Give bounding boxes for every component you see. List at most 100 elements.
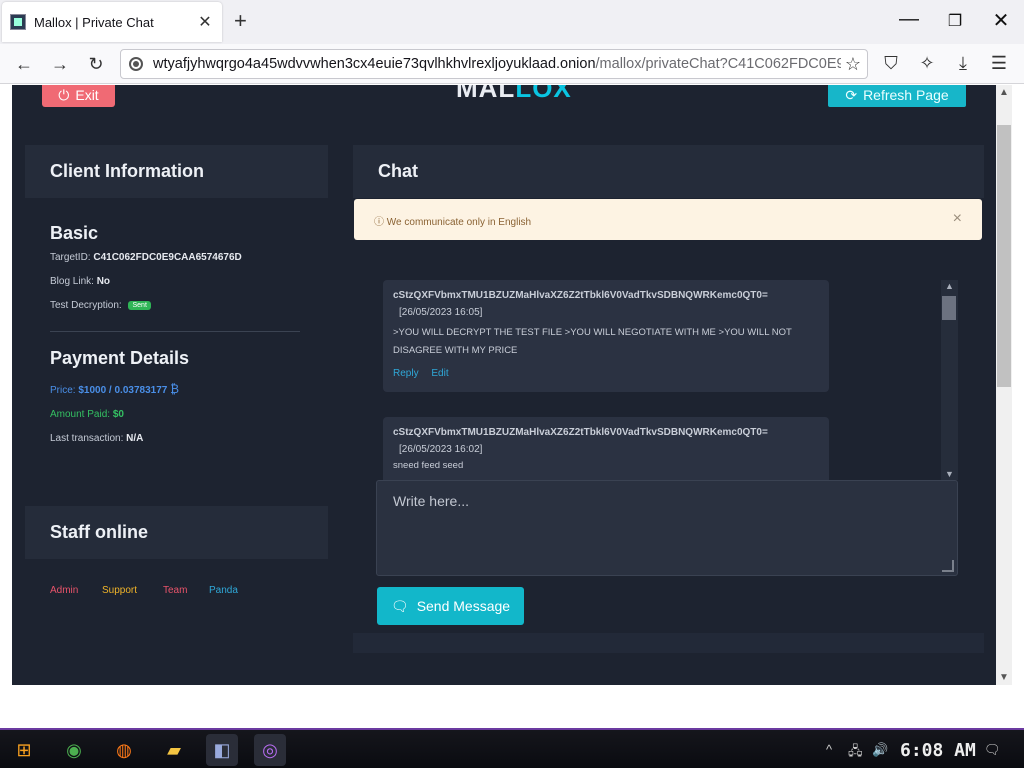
address-bar[interactable]: wtyafjyhwqrgo4a45wdvvwhen3cx4euie73qvlhk… (120, 49, 868, 79)
network-icon[interactable]: 🖧 (848, 742, 863, 764)
last-transaction-row: Last transaction: N/A (50, 433, 143, 444)
browser-tab-active[interactable]: Mallox | Private Chat ✕ (2, 2, 222, 42)
tor-browser-icon[interactable]: ◎ (254, 734, 286, 766)
basic-heading: Basic (50, 223, 99, 243)
amount-paid-row: Amount Paid: $0 (50, 409, 124, 420)
target-id-value: C41C062FDC0E9CAA6574676D (93, 252, 242, 263)
send-label: Send Message (416, 598, 511, 614)
scroll-down-icon[interactable]: ▼ (941, 469, 958, 479)
shield-icon[interactable]: ⛉ (880, 53, 902, 74)
blog-link-label: Blog Link: (50, 276, 94, 287)
scroll-up-icon[interactable]: ▲ (996, 87, 1012, 98)
firefox-icon[interactable]: ◍ (108, 734, 140, 766)
url-host: wtyafjyhwqrgo4a45wdvvwhen3cx4euie73qvlhk… (153, 56, 596, 72)
staff-online-header: Staff online (25, 506, 328, 559)
window-minimize-button[interactable]: — (894, 8, 924, 31)
site-favicon-icon (10, 14, 26, 30)
exit-button[interactable]: ⏻ Exit (42, 85, 115, 107)
scroll-thumb[interactable] (942, 296, 956, 320)
back-arrow-icon[interactable]: ← (12, 52, 36, 76)
chat-title: Chat (378, 161, 418, 181)
tray-chevron-icon[interactable]: ^ (826, 742, 832, 757)
onion-site-icon (129, 57, 143, 71)
page-scrollbar[interactable]: ▲ ▼ (996, 85, 1012, 685)
reload-icon[interactable]: ↻ (84, 52, 108, 76)
blog-link-value: No (96, 276, 111, 287)
tab-title: Mallox | Private Chat (34, 14, 154, 30)
chat-panel-footer (353, 633, 984, 653)
downloads-icon[interactable]: ⤓ (952, 53, 974, 74)
message-scrollbar[interactable]: ▲ ▼ (941, 280, 958, 480)
menu-hamburger-icon[interactable]: ☰ (988, 53, 1010, 74)
folder-icon[interactable]: ▰ (158, 734, 190, 766)
refresh-page-button[interactable]: ⟳ Refresh Page (828, 85, 966, 107)
staff-member: Support (102, 585, 137, 596)
send-message-button[interactable]: 🗨 Send Message (377, 587, 524, 625)
language-notice: ⓘ We communicate only in English × (354, 199, 982, 240)
tab-close-icon[interactable]: ✕ (196, 12, 214, 32)
message-body: sneed feed seed (393, 460, 464, 471)
close-icon[interactable]: × (953, 210, 962, 228)
clock[interactable]: 6:08 AM (900, 740, 976, 761)
refresh-icon: ⟳ (845, 86, 858, 103)
staff-member: Team (163, 585, 187, 596)
message-timestamp: [26/05/2023 16:05] (399, 307, 483, 318)
test-decryption-label: Test Decryption: (50, 300, 122, 311)
message-timestamp: [26/05/2023 16:02] (399, 444, 483, 455)
message-icon: 🗨 (390, 597, 409, 614)
browser-navbar: ← → ↻ wtyafjyhwqrgo4a45wdvvwhen3cx4euie7… (0, 44, 1024, 84)
logo-main: MAL (456, 85, 516, 103)
bookmark-star-icon[interactable]: ☆ (840, 54, 861, 75)
scroll-thumb[interactable] (997, 125, 1011, 387)
app-icon[interactable]: ◧ (206, 734, 238, 766)
payment-details-heading: Payment Details (50, 348, 190, 368)
last-transaction-label: Last transaction: (50, 433, 124, 444)
os-taskbar: ⊞ ◉ ◍ ▰ ◧ ◎ ^ 🖧 🔊 6:08 AM 🗨 (0, 728, 1024, 768)
chat-header: Chat (353, 145, 984, 198)
reply-link[interactable]: Reply (393, 368, 419, 379)
power-icon: ⏻ (58, 86, 70, 103)
chat-message: cStzQXFVbmxTMU1BZUZMaHlvaXZ6Z2tTbkl6V0Va… (383, 280, 829, 392)
message-input[interactable]: Write here... (376, 480, 958, 576)
price-row: Price: $1000 / 0.03783177 ₿ (50, 382, 179, 396)
window-maximize-button[interactable]: ❐ (940, 11, 970, 31)
target-id-label: TargetID: (50, 252, 91, 263)
volume-icon[interactable]: 🔊 (872, 742, 888, 758)
chrome-icon[interactable]: ◉ (58, 734, 90, 766)
message-sender: cStzQXFVbmxTMU1BZUZMaHlvaXZ6Z2tTbkl6V0Va… (393, 290, 768, 301)
scroll-down-icon[interactable]: ▼ (996, 672, 1012, 683)
staff-panda: Panda (209, 585, 238, 596)
target-id-row: TargetID: C41C062FDC0E9CAA6574676D (50, 252, 242, 263)
notifications-icon[interactable]: 🗨 (984, 742, 1001, 758)
page-viewport: ⏻ Exit MALLOX ⟳ Refresh Page Client Info… (12, 85, 1012, 685)
refresh-label: Refresh Page (863, 87, 949, 103)
blog-link-row: Blog Link: No (50, 276, 110, 287)
message-list[interactable]: cStzQXFVbmxTMU1BZUZMaHlvaXZ6Z2tTbkl6V0Va… (383, 280, 958, 480)
message-sender: cStzQXFVbmxTMU1BZUZMaHlvaXZ6Z2tTbkl6V0Va… (393, 427, 768, 438)
chat-message: cStzQXFVbmxTMU1BZUZMaHlvaXZ6Z2tTbkl6V0Va… (383, 417, 829, 480)
forward-arrow-icon[interactable]: → (48, 52, 72, 76)
exit-label: Exit (75, 87, 99, 103)
message-body: >YOU WILL DECRYPT THE TEST FILE >YOU WIL… (393, 327, 792, 356)
staff-member: Admin (50, 585, 78, 596)
logo-accent: LOX (515, 85, 572, 103)
new-tab-button[interactable]: + (234, 10, 247, 32)
price-label: Price: (50, 385, 76, 396)
start-icon[interactable]: ⊞ (8, 734, 40, 766)
new-identity-icon[interactable]: ✧ (916, 53, 938, 74)
client-info-title: Client Information (50, 161, 204, 181)
edit-link[interactable]: Edit (431, 368, 448, 379)
site-logo: MALLOX (456, 85, 572, 104)
divider (50, 331, 300, 332)
scroll-up-icon[interactable]: ▲ (941, 281, 958, 291)
window-close-button[interactable]: ✕ (986, 8, 1016, 33)
staff-online-title: Staff online (50, 522, 148, 542)
browser-tabbar: Mallox | Private Chat ✕ + — ❐ ✕ (0, 0, 1024, 44)
info-icon: ⓘ (374, 217, 384, 228)
amount-paid-value: $0 (112, 409, 124, 420)
staff-team: Team (163, 585, 188, 596)
price-value: $1000 / 0.03783177 (78, 385, 168, 396)
last-transaction-value: N/A (126, 433, 144, 444)
staff-admin: Admin (50, 585, 79, 596)
staff-support: Support (102, 585, 138, 596)
